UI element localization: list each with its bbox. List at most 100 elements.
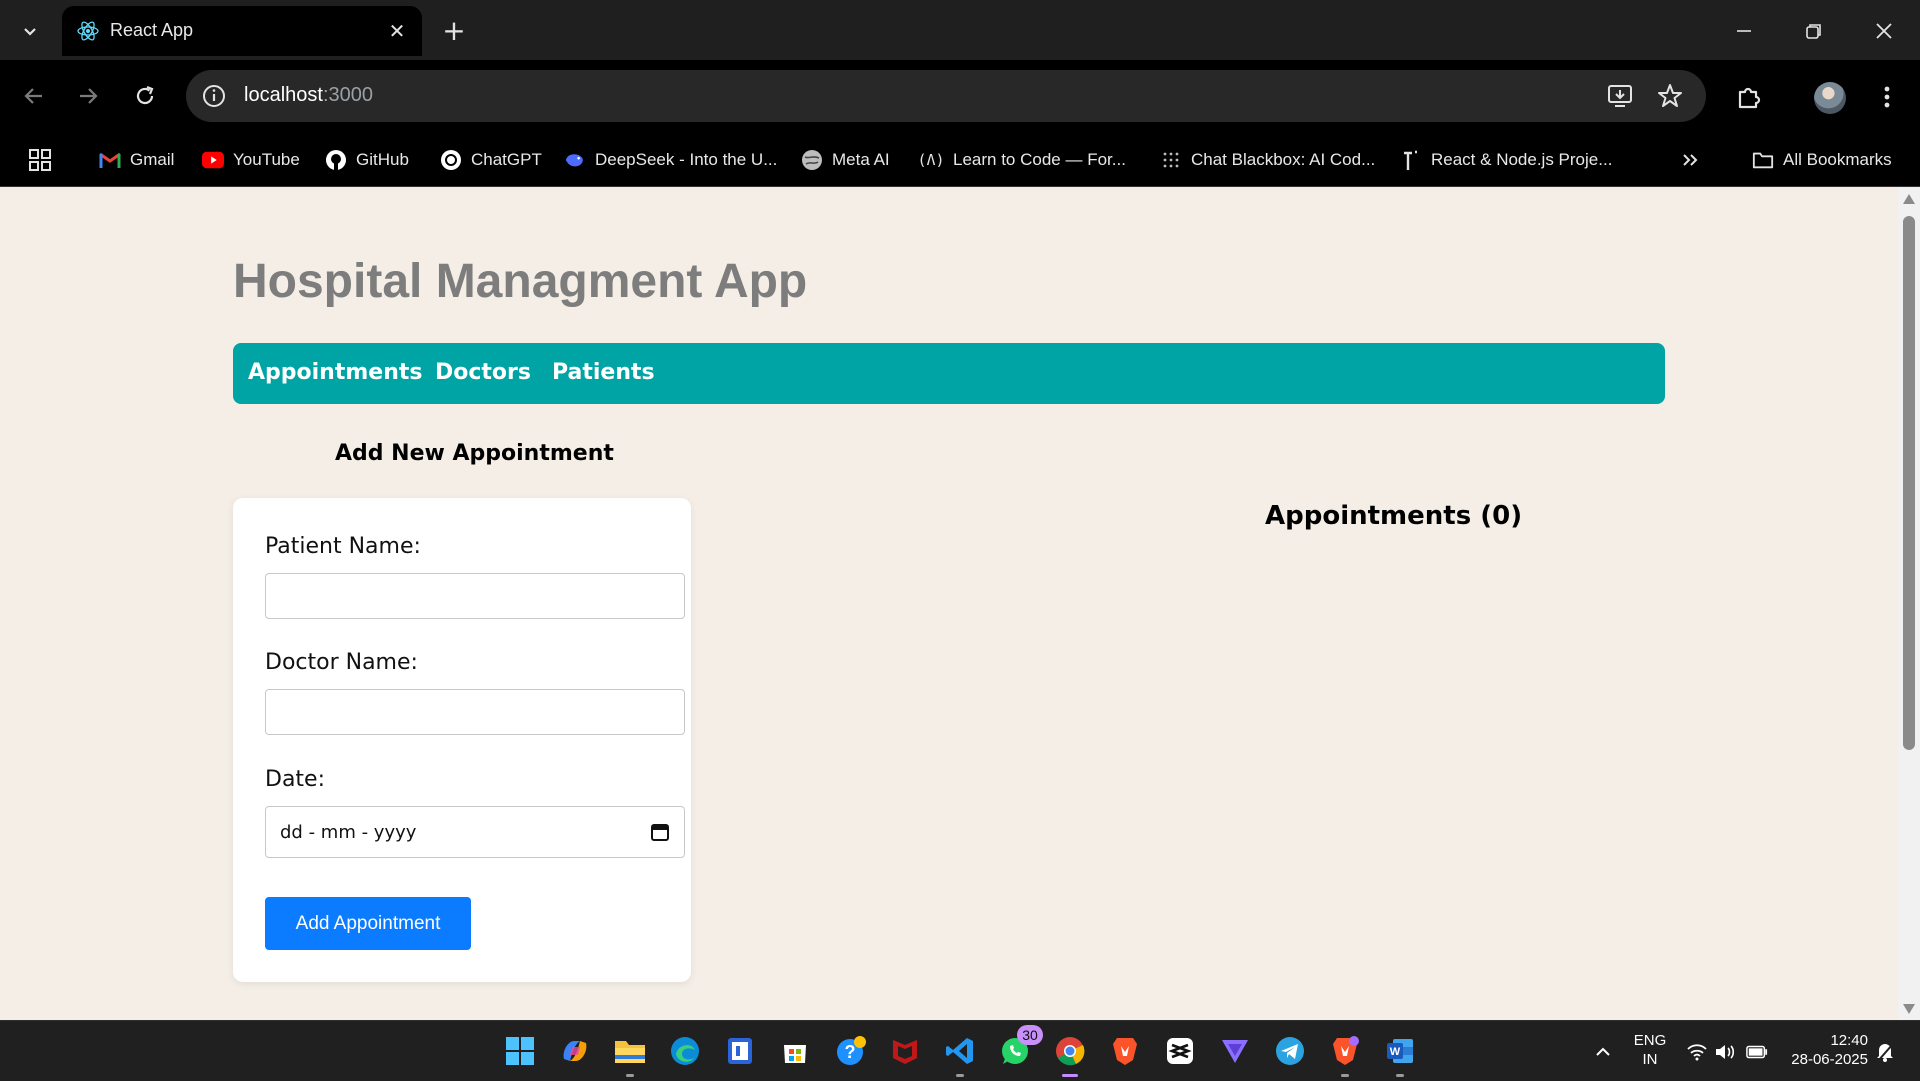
brave-icon[interactable] [1107,1033,1143,1069]
freecodecamp-icon: (Ʌ) [917,151,945,169]
tab-close-icon[interactable]: ✕ [384,18,410,44]
whatsapp-unread-badge: 30 [1017,1025,1043,1045]
add-appointment-button[interactable]: Add Appointment [265,897,471,950]
active-app-indicator [1062,1074,1078,1077]
date-label: Date: [265,767,325,792]
bookmark-react-node[interactable]: React & Node.js Proje... [1400,148,1612,172]
patient-name-label: Patient Name: [265,534,421,559]
browser-tab[interactable]: React App ✕ [62,6,422,56]
file-explorer-icon[interactable] [612,1033,648,1077]
github-icon [325,149,347,171]
notepad-app-icon[interactable] [722,1033,758,1069]
nav-link-patients[interactable]: Patients [552,360,655,385]
battery-icon[interactable] [1746,1041,1768,1063]
address-bar[interactable]: localhost:3000 [186,70,1706,122]
edge-icon[interactable] [667,1033,703,1069]
gmail-icon [99,149,121,171]
tab-search-chevron-icon[interactable] [14,15,46,47]
all-bookmarks[interactable]: All Bookmarks [1752,148,1892,172]
microsoft-store-icon[interactable] [777,1033,813,1069]
browser-toolbar: localhost:3000 [0,60,1920,134]
meta-ai-icon [801,149,823,171]
date-placeholder: dd - mm - yyyy [280,822,417,843]
scrollbar-thumb[interactable] [1903,216,1915,750]
show-hidden-icons-chevron-icon[interactable] [1592,1041,1614,1063]
chatgpt-icon [440,149,462,171]
deepseek-icon [564,149,586,171]
running-indicator [626,1074,634,1077]
svg-text:W: W [1390,1046,1401,1058]
wifi-icon[interactable] [1686,1041,1708,1063]
page-content: Hospital Managment App Appointments Doct… [0,188,1898,1020]
back-arrow-icon[interactable] [16,78,52,114]
vscode-icon[interactable] [942,1033,978,1077]
scroll-down-arrow-icon[interactable] [1903,1004,1915,1014]
bookmark-chatgpt[interactable]: ChatGPT [440,148,542,172]
bookmark-link-icon [1400,149,1422,171]
mcafee-icon[interactable] [887,1033,923,1069]
brave-nightly-icon[interactable] [1327,1033,1363,1077]
appointment-form: Patient Name: Doctor Name: Date: dd - mm… [233,498,691,982]
close-window-icon[interactable] [1864,14,1904,48]
calendar-icon[interactable] [650,822,670,842]
running-indicator [1396,1074,1404,1077]
proton-vpn-icon[interactable] [1217,1033,1253,1069]
profile-avatar[interactable] [1814,82,1846,114]
minimize-icon[interactable] [1724,14,1764,48]
bookmark-youtube[interactable]: YouTube [202,148,300,172]
nav-link-doctors[interactable]: Doctors [435,360,531,385]
bookmarks-bar: Gmail YouTube GitHub ChatGPT DeepSeek - … [0,134,1920,187]
bookmark-freecodecamp[interactable]: (Ʌ) Learn to Code — For... [917,148,1125,172]
bookmark-meta-ai[interactable]: Meta AI [801,148,890,172]
folder-icon [1752,149,1774,171]
reload-icon[interactable] [127,78,163,114]
running-indicator [956,1074,964,1077]
running-indicator [1341,1074,1349,1077]
chrome-icon[interactable] [1052,1033,1088,1077]
app-title: Hospital Managment App [233,255,808,308]
appointments-list-heading: Appointments (0) [1265,501,1523,531]
volume-icon[interactable] [1714,1041,1736,1063]
date-input[interactable]: dd - mm - yyyy [265,806,685,858]
svg-text:?: ? [845,1042,856,1062]
react-icon [76,19,100,43]
bookmark-blackbox[interactable]: Chat Blackbox: AI Cod... [1160,148,1375,172]
youtube-icon [202,149,224,171]
bookmark-github[interactable]: GitHub [325,148,409,172]
notifications-bell-icon[interactable] [1874,1041,1896,1063]
page-scrollbar[interactable] [1898,188,1920,1020]
scroll-up-arrow-icon[interactable] [1903,194,1915,204]
bookmark-star-icon[interactable] [1656,82,1684,110]
restore-icon[interactable] [1794,14,1834,48]
windows-start-icon[interactable] [502,1033,538,1069]
url-text: localhost:3000 [244,84,373,106]
telegram-icon[interactable] [1272,1033,1308,1069]
clock[interactable]: 12:40 28-06-2025 [1778,1031,1868,1069]
forward-arrow-icon[interactable] [70,78,106,114]
blackbox-icon [1160,149,1182,171]
doctor-name-input[interactable] [265,689,685,735]
copilot-icon[interactable] [557,1033,593,1069]
apps-grid-icon[interactable] [28,148,52,172]
doctor-name-label: Doctor Name: [265,650,418,675]
help-icon[interactable]: ? [832,1033,868,1069]
whatsapp-icon[interactable]: 30 [997,1025,1043,1069]
input-language[interactable]: ENG IN [1630,1031,1670,1069]
form-heading: Add New Appointment [335,441,614,466]
word-icon[interactable]: W [1382,1033,1418,1077]
browser-menu-kebab-icon[interactable] [1870,80,1904,114]
app-navbar: Appointments Doctors Patients [233,343,1665,404]
capcut-icon[interactable] [1162,1033,1198,1069]
patient-name-input[interactable] [265,573,685,619]
install-app-icon[interactable] [1606,82,1634,110]
new-tab-plus-icon[interactable]: + [438,14,470,47]
bookmark-deepseek[interactable]: DeepSeek - Into the U... [564,148,777,172]
nav-link-appointments[interactable]: Appointments [248,360,422,385]
site-info-icon[interactable] [200,82,228,110]
windows-taskbar: ? 30 W ENG IN 12:40 28-06-2025 [0,1020,1920,1081]
tab-title: React App [110,20,194,40]
bookmark-gmail[interactable]: Gmail [99,148,174,172]
more-bookmarks-chevron-icon[interactable] [1680,148,1700,172]
browser-titlebar: React App ✕ + [0,0,1920,60]
extensions-puzzle-icon[interactable] [1732,80,1766,114]
